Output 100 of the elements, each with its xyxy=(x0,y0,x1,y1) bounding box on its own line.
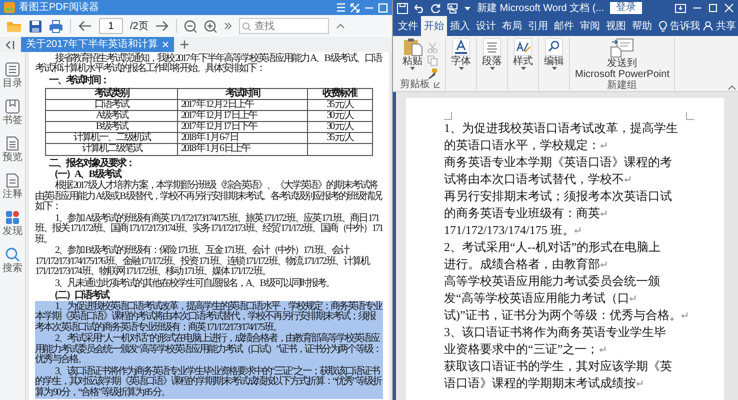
print-icon[interactable] xyxy=(49,20,63,32)
ribbon-button[interactable]: 字体 xyxy=(451,38,471,70)
document-text-line: 试)”证书，证书分为两个等级：优秀与合格。 xyxy=(444,307,682,324)
close-icon[interactable] xyxy=(162,41,170,48)
double-chevron-icon[interactable] xyxy=(224,22,232,30)
share-button[interactable]: 共享 xyxy=(713,16,738,36)
table-cell: 口语考试 xyxy=(46,99,178,110)
arrow-right-icon[interactable] xyxy=(155,20,170,32)
sidebar-label[interactable]: 注释 xyxy=(2,189,22,200)
save-icon[interactable] xyxy=(397,2,408,14)
table-cell: 30 元/人 xyxy=(307,110,372,122)
table-cell: 2017 年 12 月 17 日上午 xyxy=(177,110,308,122)
document-text-line: 商务英语专业本学期《英语口语》课程的考 xyxy=(444,154,672,171)
table-cell: 30 元/人 xyxy=(307,122,372,133)
collapse-sidebar-icon[interactable] xyxy=(5,40,15,50)
sidebar-label[interactable]: 目录 xyxy=(2,78,22,89)
lightbulb-icon xyxy=(659,20,667,32)
paragraph: 接省教育招生考试院通知，我校 2017 年下半年高等学校英语应用能力 A、B 级考试、口语考试和计算机水平考试的报名工作即将开始。具体安排如下： xyxy=(35,53,383,75)
column-header: 考试时间 xyxy=(177,88,308,100)
search-icon[interactable] xyxy=(5,247,20,262)
bookmark-icon[interactable] xyxy=(5,99,20,114)
page-icon[interactable] xyxy=(5,136,20,151)
document-text-line: 171/172/173/174/175 班。 xyxy=(444,222,574,239)
undo-icon[interactable] xyxy=(414,3,425,13)
document-text-line: 进行。成绩合格者，由教育部 xyxy=(444,256,600,273)
paragraph: 1、参加 A 级考试的班级有 商英 171/172/173/174/175 班、旅英 171/172 班、应英 171 班、商日 171 班、报关 171/172/班、国商 171/172/173/174 班、实务 171/172/173 班、经贸 171/172 班、国商（中外）171 班。 xyxy=(35,213,383,246)
ribbon-tab[interactable]: 引用 xyxy=(525,16,551,36)
window-title: 新建 Microsoft Word 文档 (... xyxy=(477,2,604,16)
sidebar-label[interactable]: 预览 xyxy=(2,152,22,163)
table-cell: B 级考试 xyxy=(46,122,178,133)
touch-mode-icon[interactable] xyxy=(447,2,458,14)
maximize-icon[interactable] xyxy=(708,3,718,13)
ribbon-tab[interactable]: 开始 xyxy=(421,16,447,36)
ribbon-tab[interactable]: 审阅 xyxy=(577,16,603,36)
close-icon[interactable] xyxy=(724,3,734,13)
ribbon-button[interactable]: 发送到 Microsoft PowerPoint xyxy=(575,38,670,80)
sidebar-label[interactable]: 发现 xyxy=(2,226,22,237)
search-field[interactable]: 查找 xyxy=(239,18,330,34)
ribbon-tab[interactable]: 设计 xyxy=(473,16,499,36)
app-grid-icon[interactable] xyxy=(5,210,20,225)
paragraph: 1、为促进我校英语口语考试改革，提高学生的英语口语水平，学校规定：商务英语专业本学期《英语口语》课程的考试将由本次口语考试替代，学校不再另行安排期末考试；须报考本次英语口试的商务英语专业班级有：商英 171/172/173/174/175 班。 xyxy=(35,301,383,334)
page-number-field[interactable]: 1 xyxy=(99,18,123,34)
brush-icon[interactable] xyxy=(426,68,438,79)
table-cell: 35 元/人 xyxy=(307,99,372,110)
document-text-line: 发“高等学校英语应用能力考试（口 xyxy=(444,290,630,307)
redo-icon[interactable] xyxy=(431,3,441,13)
column-header: 考试类别 xyxy=(46,88,178,100)
table-cell: 2017 年 12 月 17 日下午 xyxy=(177,122,308,133)
ribbon-tab[interactable]: 插入 xyxy=(447,16,473,36)
zoom-out-icon[interactable] xyxy=(184,20,198,32)
ribbon-button[interactable]: 粘贴 xyxy=(402,38,422,70)
document-text-line: 试将由本次口语考试替代，学校不 xyxy=(444,171,624,188)
ribbon-tab[interactable]: 布局 xyxy=(499,16,525,36)
window-title: 看图王PDF阅读器 xyxy=(19,0,99,15)
section-heading: （二）口语考试 xyxy=(49,290,109,301)
ribbon-display-icon[interactable] xyxy=(675,4,686,12)
save-icon[interactable] xyxy=(29,20,42,32)
ribbon-button[interactable]: 样式 xyxy=(513,38,533,70)
table-cell: 2017 年 12 月 2 日上午 xyxy=(177,99,308,110)
search-icon xyxy=(242,22,252,31)
sidebar-label[interactable]: 搜索 xyxy=(2,263,22,274)
ribbon-tab[interactable]: 视图 xyxy=(603,16,629,36)
ribbon-tab[interactable]: 文件 xyxy=(395,16,421,36)
ribbon-button[interactable]: 编辑 xyxy=(544,38,564,70)
person-icon xyxy=(703,21,713,31)
paragraph: 根据 2017 级人才培养方案，本学期部分班级《综合英语》、《大学英语》的期末考试将由英语应用能力 A 级或 B 级替代，学校不再另行安排期末考试。各考试级别应报考的班级情况如下： xyxy=(35,180,383,214)
arrow-left-icon[interactable] xyxy=(78,20,92,32)
document-text-line: 语口语》课程的学期期末考试成绩按 xyxy=(444,375,636,392)
dialog-launcher-icon[interactable] xyxy=(434,82,440,88)
plus-icon[interactable] xyxy=(180,40,190,49)
list-icon[interactable] xyxy=(5,62,20,77)
document-text-line: 获取该口语证书的学生，其对应该学期《英 xyxy=(444,358,672,375)
caret-icon[interactable] xyxy=(464,6,471,10)
sidebar-label[interactable]: 书签 xyxy=(2,115,22,126)
ribbon-tab[interactable]: 帮助 xyxy=(629,16,655,36)
caret-up-icon[interactable] xyxy=(336,23,346,29)
group-label: 剪贴板 xyxy=(400,79,430,90)
section-heading: 二、报名对象及要求： xyxy=(49,158,135,169)
document-tab[interactable]: 关于2017年下半年英语和计算 xyxy=(21,37,174,52)
document-text-line: 再另行安排期末考试；须报考本次英语口试 xyxy=(444,188,672,205)
collapse-ribbon-icon[interactable] xyxy=(728,85,736,90)
expand-arrows-icon[interactable] xyxy=(350,2,360,12)
ribbon-tab[interactable]: 邮件 xyxy=(551,16,577,36)
paragraph: 3、该口语证书将作为商务英语专业学生毕业资格要求中的“三证”之一；获取该口语证书的学生，其对应该学期《英语口语》课程的学期期末考试成绩按以下方式折算：“优秀”等级折算为 90 分，“合格”等级折算为 85 分。 xyxy=(35,366,383,399)
maximize-icon[interactable] xyxy=(378,2,388,12)
sign-in-button[interactable]: 登录 xyxy=(610,2,642,14)
app-logo-icon xyxy=(4,2,15,13)
table-cell: 35 元/人 xyxy=(307,132,372,144)
table-cell: 2018 年 1 月 6 日上午 xyxy=(177,144,308,156)
note-icon[interactable] xyxy=(5,173,20,188)
table-cell: 2018 年 1 月 6-7 日 xyxy=(177,132,308,144)
ribbon-button[interactable]: 段落 xyxy=(482,38,502,70)
page-total-label: /2页 xyxy=(130,20,148,34)
document-text-line: 3、该口语证书将作为商务英语专业学生毕 xyxy=(444,324,666,341)
zoom-in-icon[interactable] xyxy=(204,20,218,32)
table-cell: A 级考试 xyxy=(46,110,178,122)
menu-icon[interactable] xyxy=(336,3,346,12)
tell-me-field[interactable]: 告诉我 xyxy=(667,16,703,36)
section-heading: 一、考试时间： xyxy=(49,76,110,86)
group-label: 新建组 xyxy=(607,80,638,91)
